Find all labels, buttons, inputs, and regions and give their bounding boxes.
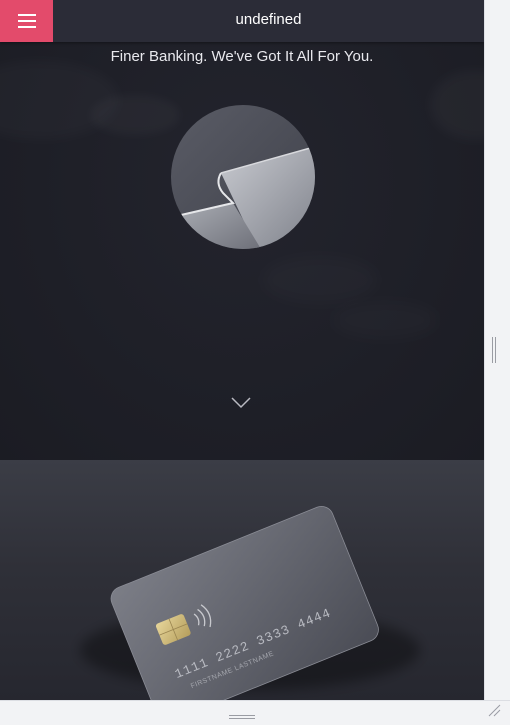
scroll-down-button[interactable] (229, 393, 253, 411)
credit-card-section: 1111 2222 3333 4444 FIRSTNAME LASTNAME (0, 460, 484, 700)
menu-button[interactable] (0, 0, 53, 42)
horizontal-resize-handle[interactable] (229, 707, 255, 719)
page-viewport: Finer Banking. We've Got It All For You. (0, 0, 484, 700)
hamburger-menu-icon (17, 14, 36, 28)
card-edge-closeup-image (171, 105, 315, 249)
credit-card-image: 1111 2222 3333 4444 FIRSTNAME LASTNAME (80, 505, 420, 700)
hero-section: Finer Banking. We've Got It All For You. (0, 0, 484, 460)
vertical-resize-handle[interactable] (491, 337, 497, 363)
bottom-resize-bar (0, 700, 510, 720)
resize-grip-icon[interactable] (487, 703, 501, 717)
top-navigation-bar: undefined (0, 0, 484, 42)
page-title: undefined (235, 11, 302, 28)
hero-tagline: Finer Banking. We've Got It All For You. (110, 48, 374, 65)
chevron-down-icon (231, 397, 251, 409)
vertical-scrollbar[interactable] (484, 0, 510, 700)
